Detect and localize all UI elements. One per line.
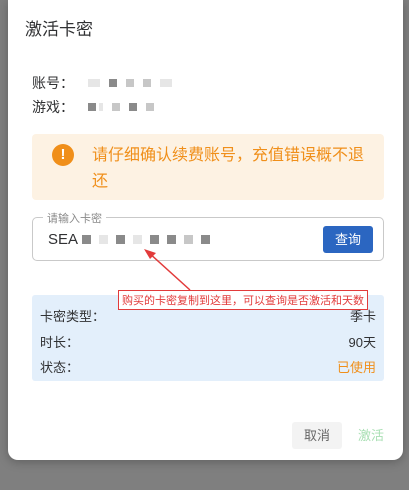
activate-button[interactable]: 激活 [358,422,384,449]
account-value-masked [88,79,172,87]
cancel-button[interactable]: 取消 [292,422,342,449]
account-label: 账号： [32,75,74,91]
query-button[interactable]: 查询 [323,226,373,253]
duration-row: 时长： 90天 [40,332,376,351]
account-row: 账号： [32,73,172,93]
card-code-field[interactable]: 请输入卡密 SEA 查询 [32,210,384,261]
card-code-masked [82,235,211,244]
duration-value: 90天 [348,335,376,350]
duration-label: 时长： [40,335,80,350]
status-row: 状态： 已使用 [40,357,376,376]
game-label: 游戏： [32,99,74,115]
annotation-callout: 购买的卡密复制到这里，可以查询是否激活和天数 [118,290,368,310]
card-code-prefix: SEA [48,231,79,248]
card-code-input[interactable]: SEA [48,231,211,248]
card-type-label: 卡密类型： [40,309,106,324]
card-code-label: 请输入卡密 [43,210,106,226]
warning-text: 请仔细确认续费账号，充值错误概不退还 [92,147,365,190]
game-value-masked [88,103,154,111]
status-label: 状态： [40,360,80,375]
exclamation-icon: ! [52,144,74,166]
activate-card-dialog: 激活卡密 账号： 游戏： ! 请仔细确认续费账号，充值错误概不退还 请输入卡密 … [8,0,403,460]
status-value: 已使用 [336,360,376,375]
dialog-title: 激活卡密 [25,20,93,39]
game-row: 游戏： [32,97,154,117]
warning-alert: ! 请仔细确认续费账号，充值错误概不退还 [32,134,384,200]
